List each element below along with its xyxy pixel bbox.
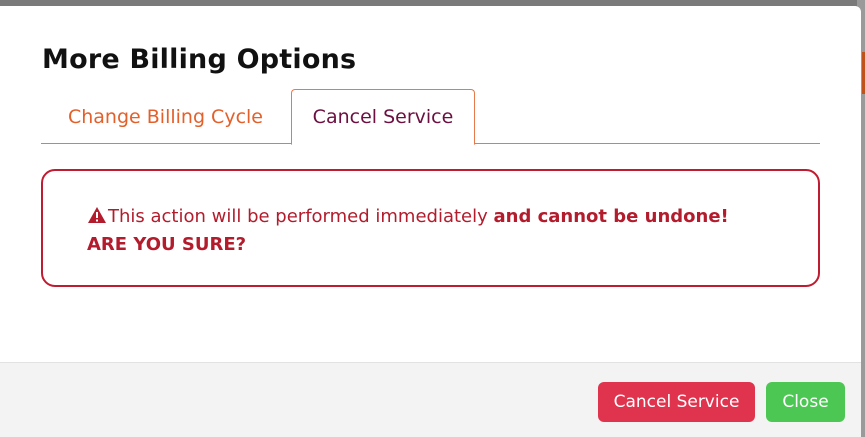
- alert-question: ARE YOU SURE?: [87, 234, 247, 255]
- cancel-service-button[interactable]: Cancel Service: [598, 382, 755, 422]
- warning-triangle-icon: [88, 207, 106, 223]
- tab-change-billing-cycle[interactable]: Change Billing Cycle: [41, 89, 290, 144]
- tab-bar: Change Billing Cycle Cancel Service: [41, 89, 820, 145]
- modal-footer: Cancel Service Close: [0, 362, 861, 437]
- tab-cancel-service[interactable]: Cancel Service: [291, 89, 475, 145]
- alert-message: This action will be performed immediatel…: [108, 206, 494, 227]
- alert-emphasis: and cannot be undone!: [493, 206, 729, 227]
- warning-alert: This action will be performed immediatel…: [41, 169, 820, 287]
- modal-title: More Billing Options: [42, 44, 357, 75]
- billing-options-modal: More Billing Options Change Billing Cycl…: [0, 6, 861, 437]
- alert-text: This action will be performed immediatel…: [87, 203, 787, 259]
- close-button[interactable]: Close: [766, 382, 845, 422]
